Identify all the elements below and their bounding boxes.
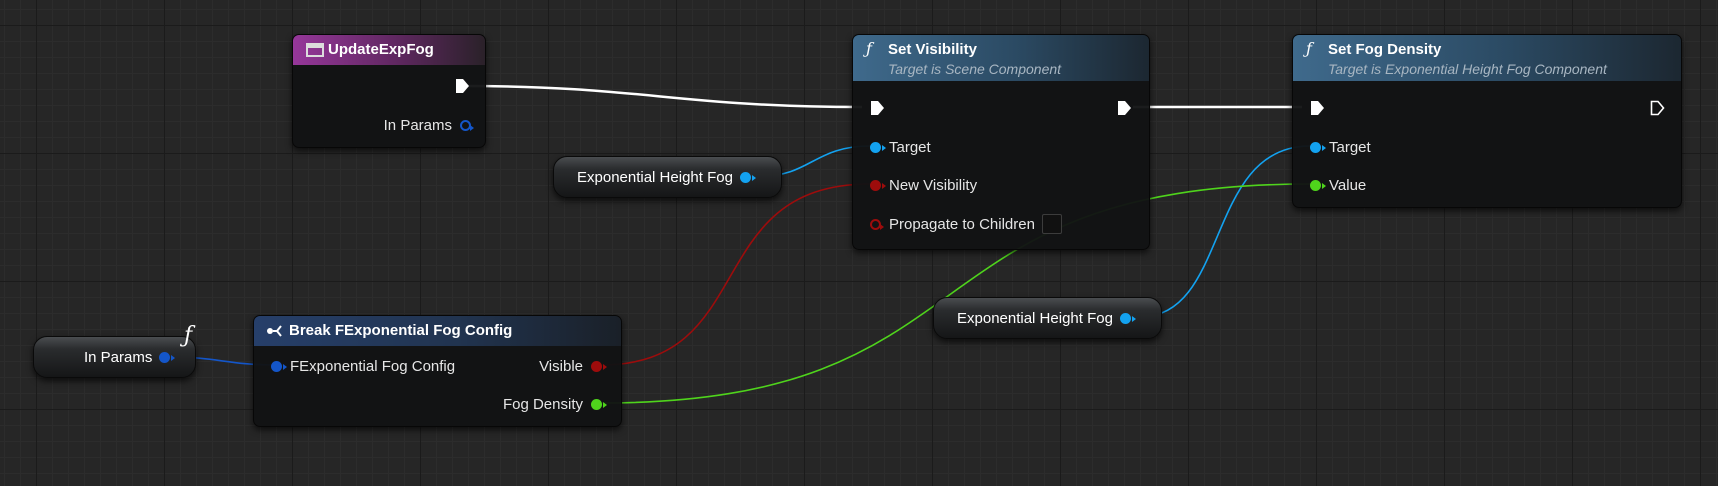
in-params-output-pin[interactable] (460, 119, 474, 131)
pin-label: Propagate to Children (889, 215, 1035, 233)
exec-wire-event-to-setvisibility (465, 84, 863, 109)
pin-label: Fog Density (502, 395, 583, 413)
target-input-pin[interactable] (870, 141, 886, 153)
visible-output-pin[interactable] (591, 360, 607, 372)
var-label: Exponential Height Fog (957, 309, 1113, 327)
set-visibility-node[interactable]: ƒ Set Visibility Target is Scene Compone… (852, 34, 1150, 250)
break-fog-config-header[interactable]: Break FExponential Fog Config (254, 316, 621, 346)
bool-wire-visible-to-newvisibility (600, 183, 871, 366)
target-input-row: Target (870, 137, 931, 157)
pin-label: Target (1329, 138, 1371, 156)
pin-label: FExponential Fog Config (290, 357, 456, 375)
propagate-checkbox[interactable] (1041, 214, 1062, 234)
fog-config-input-pin[interactable] (271, 360, 287, 372)
exec-out-pin[interactable] (1117, 100, 1132, 116)
exec-out-pin[interactable] (455, 78, 470, 94)
node-title: Break FExponential Fog Config (289, 322, 513, 339)
set-fog-density-node[interactable]: ƒ Set Fog Density Target is Exponential … (1292, 34, 1682, 208)
exec-in-pin[interactable] (1310, 100, 1325, 116)
value-input-pin[interactable] (1310, 179, 1326, 191)
break-fog-config-node[interactable]: Break FExponential Fog Config FExponenti… (253, 315, 622, 427)
node-title: Set Visibility (888, 41, 977, 58)
exec-in-pin[interactable] (870, 100, 885, 116)
var-label: In Params (84, 348, 153, 366)
node-title: UpdateExpFog (328, 41, 434, 58)
fog-config-input-row: FExponential Fog Config (271, 356, 455, 376)
update-exp-fog-node[interactable]: UpdateExpFog In Params (292, 34, 486, 148)
propagate-input-pin[interactable] (870, 218, 884, 230)
node-title: Set Fog Density (1328, 41, 1442, 58)
exec-out-pin[interactable] (1650, 100, 1665, 116)
pin-label: Target (889, 138, 931, 156)
propagate-input-row: Propagate to Children (870, 214, 1062, 234)
fog-getter-output-pin[interactable] (1119, 312, 1136, 324)
event-icon (306, 43, 324, 57)
fog-density-output-pin[interactable] (591, 398, 607, 410)
target-input-pin[interactable] (1310, 141, 1326, 153)
function-icon: ƒ (1306, 39, 1312, 58)
node-subtitle: Target is Scene Component (888, 61, 1062, 77)
value-input-row: Value (1310, 175, 1366, 195)
pin-label: Visible (539, 357, 583, 375)
in-params-getter-output-pin[interactable] (159, 351, 176, 363)
visible-output-row: Visible (539, 356, 607, 376)
exponential-height-fog-getter[interactable]: Exponential Height Fog (933, 297, 1162, 339)
break-struct-icon (267, 325, 282, 337)
fog-getter-output-pin[interactable] (739, 171, 756, 183)
pin-label: In Params (383, 116, 452, 134)
target-input-row: Target (1310, 137, 1371, 157)
function-icon: ƒ (866, 39, 872, 58)
object-wire-fog2-to-target (1139, 145, 1311, 318)
set-fog-density-header[interactable]: ƒ Set Fog Density Target is Exponential … (1293, 35, 1681, 81)
new-visibility-input-row: New Visibility (870, 175, 977, 195)
pin-label: Value (1329, 176, 1367, 194)
pin-label: New Visibility (889, 176, 978, 194)
in-params-getter[interactable]: In Params ƒ (33, 323, 196, 378)
node-subtitle: Target is Exponential Height Fog Compone… (1328, 61, 1607, 77)
function-badge-icon: ƒ (184, 323, 193, 348)
fog-density-output-row: Fog Density (502, 394, 607, 414)
set-visibility-header[interactable]: ƒ Set Visibility Target is Scene Compone… (853, 35, 1149, 81)
new-visibility-input-pin[interactable] (870, 179, 886, 191)
var-label: Exponential Height Fog (577, 168, 733, 186)
in-params-output-row: In Params (383, 115, 474, 135)
exponential-height-fog-getter[interactable]: Exponential Height Fog (553, 156, 782, 198)
update-exp-fog-header[interactable]: UpdateExpFog (293, 35, 485, 65)
